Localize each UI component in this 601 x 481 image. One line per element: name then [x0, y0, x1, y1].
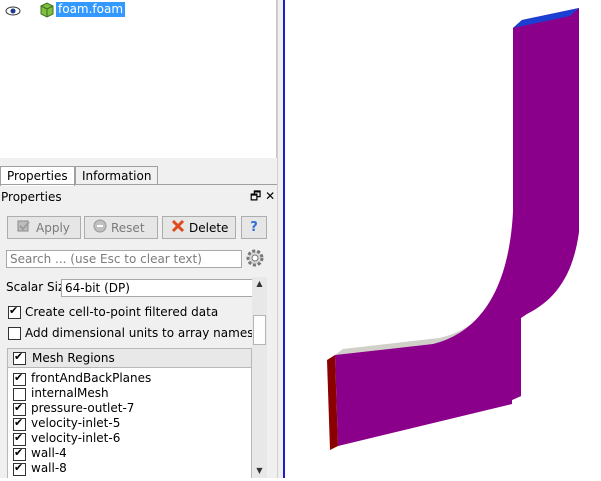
properties-scrollbar[interactable]: ▲ ▼ — [252, 277, 267, 478]
scroll-down-arrow[interactable]: ▼ — [252, 464, 267, 478]
apply-icon — [16, 219, 32, 236]
list-item: frontAndBackPlanes — [31, 371, 152, 385]
properties-title: Properties — [1, 190, 62, 204]
gear-icon[interactable] — [245, 248, 265, 271]
search-input[interactable]: Search ... (use Esc to clear text) — [6, 250, 242, 268]
left-panel: foam.foam Properties Information Propert… — [0, 0, 278, 478]
float-icon[interactable]: 🗗 — [250, 189, 261, 203]
create-cell-to-point-label: Create cell-to-point filtered data — [25, 305, 219, 319]
list-item: velocity-inlet-6 — [31, 431, 121, 445]
scalar-size-select[interactable]: 64-bit (DP) — [61, 279, 253, 297]
add-dimensional-units-checkbox[interactable] — [8, 327, 21, 340]
eye-icon[interactable] — [5, 5, 21, 20]
delete-icon — [171, 219, 185, 236]
mesh-region-checkbox[interactable] — [13, 461, 26, 476]
mesh-regions-header[interactable]: Mesh Regions — [7, 348, 252, 368]
tab-properties[interactable]: Properties — [0, 166, 75, 186]
scroll-up-arrow[interactable]: ▲ — [252, 277, 267, 291]
reset-label: Reset — [111, 220, 145, 235]
pipeline-browser: foam.foam — [0, 0, 277, 158]
reset-button[interactable]: Reset — [84, 216, 158, 239]
help-button[interactable]: ? — [241, 216, 267, 239]
render-view[interactable] — [283, 0, 601, 478]
mesh-regions-header-checkbox[interactable] — [13, 350, 26, 365]
mesh-region-checkbox[interactable] — [13, 416, 26, 431]
scroll-thumb[interactable] — [253, 315, 266, 345]
list-item: velocity-inlet-5 — [31, 416, 121, 430]
pipeline-item-label[interactable]: foam.foam — [56, 2, 126, 17]
mesh-regions-list: frontAndBackPlanes internalMesh pressure… — [7, 368, 252, 478]
mesh-region-checkbox[interactable] — [13, 371, 26, 386]
mesh-rendering — [327, 8, 579, 450]
mesh-region-checkbox[interactable] — [13, 446, 26, 461]
reset-icon — [93, 219, 107, 236]
add-dimensional-units-label: Add dimensional units to array names — [25, 326, 254, 340]
delete-button[interactable]: Delete — [162, 216, 236, 239]
delete-label: Delete — [189, 220, 229, 235]
list-item: pressure-outlet-7 — [31, 401, 135, 415]
mesh-front-face — [335, 8, 579, 446]
mesh-region-checkbox[interactable] — [13, 401, 26, 416]
tab-bar: Properties Information — [0, 166, 278, 186]
tab-divider — [0, 184, 278, 185]
mesh-region-checkbox[interactable] — [13, 431, 26, 446]
apply-label: Apply — [36, 220, 70, 235]
apply-button[interactable]: Apply — [7, 216, 81, 239]
mesh-branch-face — [512, 313, 521, 400]
create-cell-to-point-checkbox[interactable] — [8, 304, 21, 319]
list-item: wall-8 — [31, 461, 67, 475]
mesh-regions-header-label: Mesh Regions — [32, 351, 115, 365]
list-item: wall-4 — [31, 446, 67, 460]
cube-icon — [38, 1, 56, 22]
tab-information[interactable]: Information — [75, 166, 159, 185]
help-icon: ? — [250, 220, 258, 235]
dock-buttons: 🗗 ✕ — [250, 187, 275, 208]
list-item: internalMesh — [31, 386, 109, 400]
close-icon[interactable]: ✕ — [265, 189, 275, 203]
mesh-region-checkbox[interactable] — [13, 388, 26, 401]
